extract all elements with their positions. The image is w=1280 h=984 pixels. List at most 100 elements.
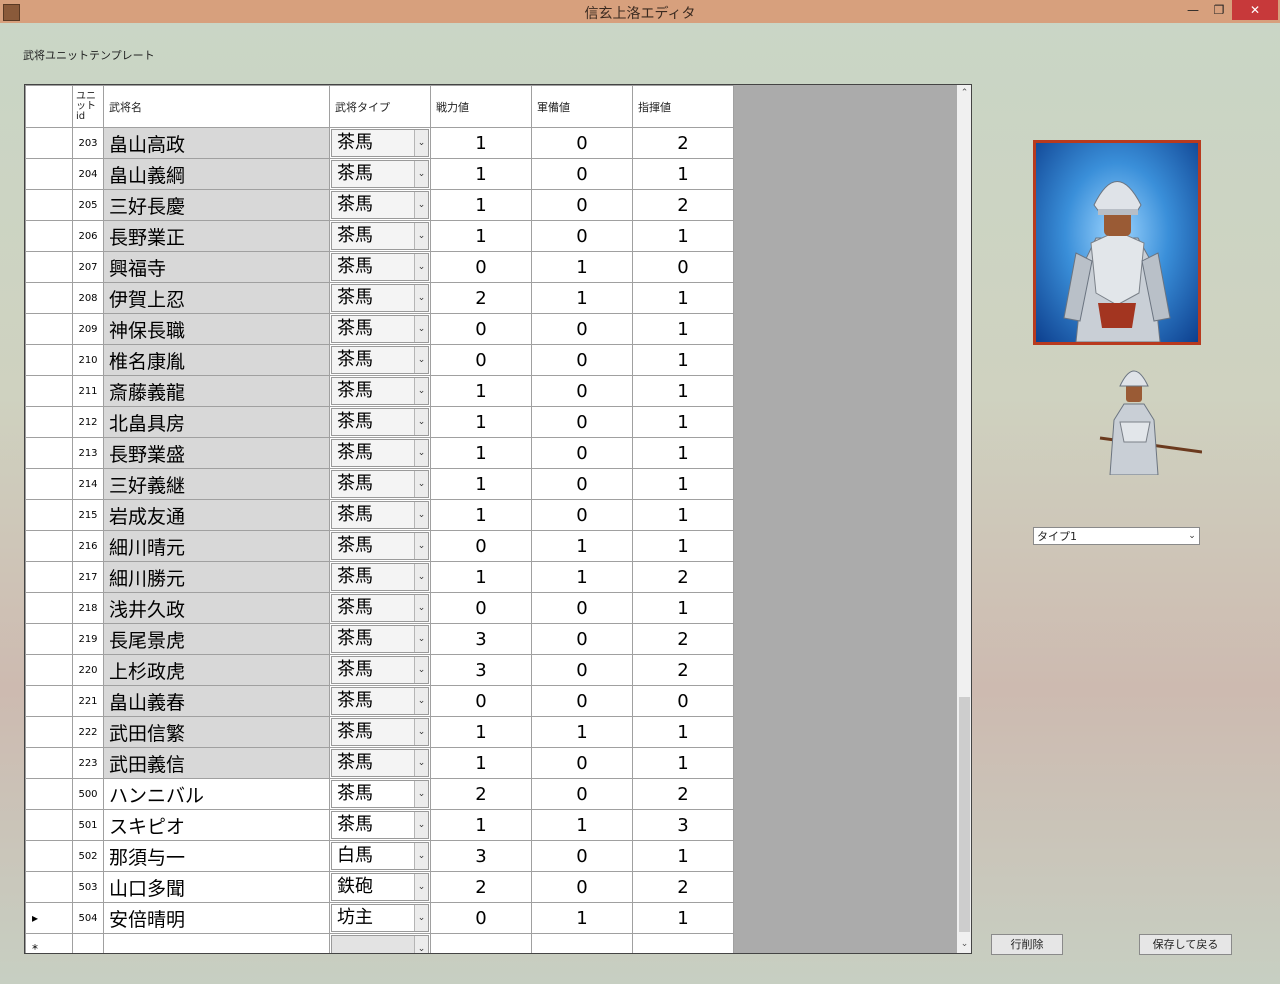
- unit-id-cell[interactable]: 503: [72, 871, 104, 903]
- power-value-cell[interactable]: 0: [430, 592, 532, 624]
- row-header[interactable]: [25, 468, 73, 500]
- command-value-cell[interactable]: 1: [632, 747, 734, 779]
- warlord-type-combobox[interactable]: 茶馬 ⌄: [331, 749, 429, 777]
- warlord-type-cell[interactable]: 茶馬 ⌄: [329, 592, 431, 624]
- chevron-down-icon[interactable]: ⌄: [414, 812, 428, 838]
- command-value-cell[interactable]: 1: [632, 375, 734, 407]
- warlord-type-combobox[interactable]: 茶馬 ⌄: [331, 346, 429, 374]
- warlord-name-cell[interactable]: 畠山高政: [103, 127, 330, 159]
- power-value-cell[interactable]: 1: [430, 127, 532, 159]
- command-value-cell[interactable]: 2: [632, 871, 734, 903]
- unit-id-cell[interactable]: 220: [72, 654, 104, 686]
- armament-value-cell[interactable]: 0: [531, 747, 633, 779]
- scroll-down-icon[interactable]: ⌄: [957, 936, 971, 953]
- chevron-down-icon[interactable]: ⌄: [414, 161, 428, 187]
- unit-id-cell[interactable]: 207: [72, 251, 104, 283]
- warlord-type-cell[interactable]: 鉄砲 ⌄: [329, 871, 431, 903]
- warlord-type-cell[interactable]: 茶馬 ⌄: [329, 375, 431, 407]
- chevron-down-icon[interactable]: ⌄: [414, 564, 428, 590]
- row-header[interactable]: [25, 871, 73, 903]
- warlord-type-combobox[interactable]: 茶馬 ⌄: [331, 315, 429, 343]
- warlord-name-cell[interactable]: 安倍晴明: [103, 902, 330, 934]
- vertical-scrollbar[interactable]: ⌃ ⌄: [957, 85, 971, 953]
- row-header[interactable]: [25, 375, 73, 407]
- unit-id-cell[interactable]: 218: [72, 592, 104, 624]
- armament-value-cell[interactable]: 0: [531, 127, 633, 159]
- warlord-type-combobox[interactable]: 茶馬 ⌄: [331, 718, 429, 746]
- power-value-cell[interactable]: 0: [430, 685, 532, 717]
- unit-id-cell[interactable]: 501: [72, 809, 104, 841]
- warlord-type-cell[interactable]: 茶馬 ⌄: [329, 530, 431, 562]
- unit-id-cell[interactable]: 223: [72, 747, 104, 779]
- warlord-type-cell[interactable]: 茶馬 ⌄: [329, 220, 431, 252]
- warlord-type-cell[interactable]: 茶馬 ⌄: [329, 406, 431, 438]
- unit-id-cell[interactable]: 502: [72, 840, 104, 872]
- row-header[interactable]: [25, 499, 73, 531]
- unit-id-cell[interactable]: 500: [72, 778, 104, 810]
- chevron-down-icon[interactable]: ⌄: [414, 750, 428, 776]
- command-value-cell[interactable]: 1: [632, 592, 734, 624]
- chevron-down-icon[interactable]: ⌄: [414, 471, 428, 497]
- warlord-type-cell[interactable]: 茶馬 ⌄: [329, 251, 431, 283]
- armament-value-cell[interactable]: 0: [531, 499, 633, 531]
- warlord-type-combobox[interactable]: 茶馬 ⌄: [331, 625, 429, 653]
- warlord-type-combobox[interactable]: 茶馬 ⌄: [331, 470, 429, 498]
- command-value-cell[interactable]: 2: [632, 127, 734, 159]
- column-header-armament[interactable]: 軍備値: [531, 85, 633, 128]
- armament-value-cell[interactable]: 1: [531, 561, 633, 593]
- chevron-down-icon[interactable]: ⌄: [414, 626, 428, 652]
- warlord-type-cell[interactable]: 茶馬 ⌄: [329, 344, 431, 376]
- warlord-type-combobox[interactable]: 茶馬 ⌄: [331, 160, 429, 188]
- column-header-name[interactable]: 武将名: [103, 85, 330, 128]
- warlord-type-cell[interactable]: 白馬 ⌄: [329, 840, 431, 872]
- armament-value-cell[interactable]: 0: [531, 871, 633, 903]
- column-header-id[interactable]: ユニ ット id: [72, 85, 104, 128]
- warlord-name-cell[interactable]: スキピオ: [103, 809, 330, 841]
- warlord-name-cell[interactable]: 神保長職: [103, 313, 330, 345]
- armament-value-cell[interactable]: 0: [531, 778, 633, 810]
- power-value-cell[interactable]: 2: [430, 871, 532, 903]
- unit-id-cell[interactable]: 504: [72, 902, 104, 934]
- power-value-cell[interactable]: 0: [430, 251, 532, 283]
- power-value-cell[interactable]: [430, 933, 532, 953]
- warlord-type-cell[interactable]: 茶馬 ⌄: [329, 158, 431, 190]
- armament-value-cell[interactable]: 0: [531, 685, 633, 717]
- chevron-down-icon[interactable]: ⌄: [414, 688, 428, 714]
- scroll-up-icon[interactable]: ⌃: [957, 85, 971, 102]
- row-header-corner[interactable]: [25, 85, 73, 128]
- warlord-type-combobox[interactable]: 茶馬 ⌄: [331, 253, 429, 281]
- chevron-down-icon[interactable]: ⌄: [414, 936, 428, 953]
- warlord-type-combobox[interactable]: 茶馬 ⌄: [331, 222, 429, 250]
- warlord-name-cell[interactable]: 北畠具房: [103, 406, 330, 438]
- row-header[interactable]: [25, 189, 73, 221]
- unit-id-cell[interactable]: 211: [72, 375, 104, 407]
- row-header[interactable]: [25, 623, 73, 655]
- chevron-down-icon[interactable]: ⌄: [414, 595, 428, 621]
- chevron-down-icon[interactable]: ⌄: [414, 378, 428, 404]
- armament-value-cell[interactable]: 0: [531, 468, 633, 500]
- row-header[interactable]: [25, 344, 73, 376]
- column-header-power[interactable]: 戦力値: [430, 85, 532, 128]
- command-value-cell[interactable]: 0: [632, 685, 734, 717]
- command-value-cell[interactable]: 2: [632, 778, 734, 810]
- warlord-type-cell[interactable]: 茶馬 ⌄: [329, 747, 431, 779]
- armament-value-cell[interactable]: 0: [531, 840, 633, 872]
- unit-id-cell[interactable]: 210: [72, 344, 104, 376]
- row-header[interactable]: [25, 127, 73, 159]
- armament-value-cell[interactable]: 0: [531, 623, 633, 655]
- power-value-cell[interactable]: 2: [430, 778, 532, 810]
- power-value-cell[interactable]: 1: [430, 747, 532, 779]
- column-header-command[interactable]: 指揮値: [632, 85, 734, 128]
- armament-value-cell[interactable]: 0: [531, 220, 633, 252]
- warlord-type-combobox[interactable]: 鉄砲 ⌄: [331, 873, 429, 901]
- row-header[interactable]: [25, 747, 73, 779]
- row-header[interactable]: *: [25, 933, 73, 953]
- warlord-type-combobox[interactable]: 茶馬 ⌄: [331, 532, 429, 560]
- warlord-type-combobox[interactable]: 白馬 ⌄: [331, 842, 429, 870]
- row-header[interactable]: [25, 437, 73, 469]
- warlord-type-cell[interactable]: 茶馬 ⌄: [329, 623, 431, 655]
- warlord-name-cell[interactable]: 細川勝元: [103, 561, 330, 593]
- armament-value-cell[interactable]: 0: [531, 375, 633, 407]
- warlord-type-cell[interactable]: 茶馬 ⌄: [329, 716, 431, 748]
- row-header[interactable]: [25, 840, 73, 872]
